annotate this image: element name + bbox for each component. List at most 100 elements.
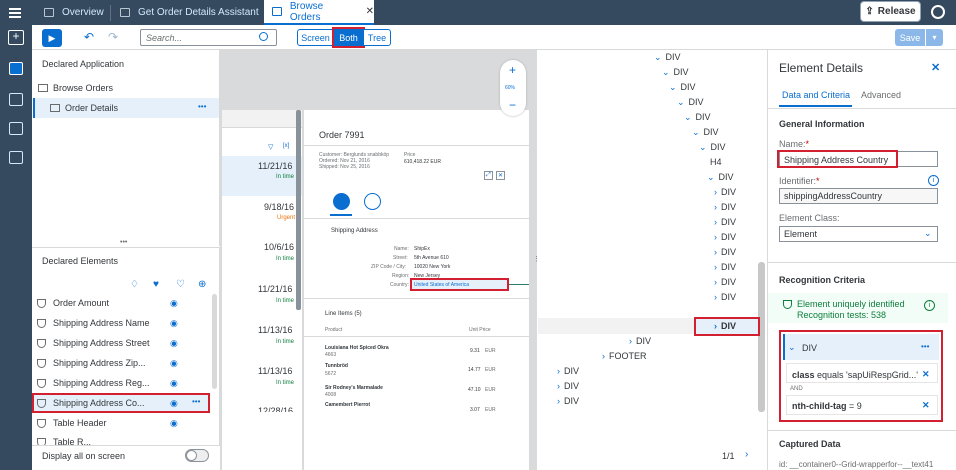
settings-icon[interactable] [931,5,945,19]
tab-advanced[interactable]: Advanced [861,90,901,100]
tree-node[interactable]: › DIV [714,277,736,287]
display-all-switch[interactable] [185,449,209,462]
filter-icon[interactable]: ▽ [268,143,273,151]
eye-icon[interactable]: ◉ [170,378,178,389]
eye-icon[interactable]: ◉ [170,318,178,329]
view-both-button[interactable]: Both [332,27,365,48]
tree-node[interactable]: › FOOTER [602,351,647,361]
tree-node[interactable]: › DIV [557,381,579,391]
release-button[interactable]: ⇪ Release [860,1,921,22]
truck-icon[interactable] [333,193,350,210]
tree-node[interactable]: ⌄ DIV [654,52,681,63]
tab-data-criteria[interactable]: Data and Criteria [782,90,850,100]
class-select[interactable]: Element [779,226,938,242]
add-icon[interactable]: + [8,30,24,45]
dom-tree-panel [538,50,767,470]
redo-icon[interactable]: ↷ [108,30,118,44]
filter-icon[interactable]: ♢ [130,279,139,290]
tree-node[interactable]: › DIV [557,396,579,406]
menu-icon[interactable] [9,6,21,19]
shield-filled-icon[interactable]: ♥ [153,279,159,290]
scrollbar[interactable] [212,294,217,389]
zoom-out-icon[interactable]: − [509,98,516,112]
element-item[interactable]: Shipping Address Name [37,318,150,328]
tree-node[interactable]: › DIV [557,366,579,376]
close-icon[interactable]: ✕ [922,400,930,411]
tree-node[interactable]: › DIV [714,292,736,302]
fullscreen-icon[interactable]: ⤢ [484,171,493,180]
zoom-in-icon[interactable]: + [509,63,516,77]
tree-node-selected[interactable]: › DIV [714,321,736,331]
eye-icon[interactable]: ◉ [170,338,178,349]
scrollbar[interactable] [758,262,765,412]
tree-node[interactable]: ⌄ DIV [677,97,704,108]
add-element-icon[interactable]: ⊕ [198,279,206,290]
tree-node[interactable]: › DIV [714,262,736,272]
save-dropdown-icon[interactable]: ▾ [925,29,943,46]
tree-node[interactable]: ⌄ DIV [662,67,689,78]
expand-icon[interactable]: [x] [283,143,289,149]
tree-node[interactable]: ⌄ DIV [684,112,711,123]
chevron-right-icon: › [602,351,605,361]
chevron-right-icon[interactable]: › [745,449,748,460]
view-tree-button[interactable]: Tree [363,29,391,46]
resize-handle-icon[interactable]: ••• [120,239,127,246]
tree-node[interactable]: › DIV [714,217,736,227]
tree-node[interactable]: › DIV [629,336,651,346]
eye-icon[interactable]: ◉ [170,358,178,369]
app-item-order-details[interactable]: Order Details [50,103,118,113]
identifier-label: Identifier:* [779,176,820,186]
document-icon[interactable] [9,122,23,135]
more-icon[interactable]: ••• [921,342,929,351]
tree-node[interactable]: › DIV [714,232,736,242]
address-value-country[interactable]: United States of America [414,282,469,288]
element-item[interactable]: Shipping Address Zip... [37,358,146,368]
close-icon[interactable]: ✕ [496,171,506,180]
shield-icon [37,418,46,428]
play-button[interactable]: ▶ [42,29,62,47]
close-icon[interactable]: ✕ [931,61,940,74]
tree-node[interactable]: › DIV [714,187,736,197]
element-item[interactable]: Table Header [37,418,107,428]
active-tab-indicator [330,214,352,216]
element-item[interactable]: Shipping Address Street [37,338,150,348]
app-item-browse-orders[interactable]: Browse Orders [38,83,113,93]
search-input[interactable]: Search... [140,29,277,46]
tree-node[interactable]: ⌄ DIV [692,127,719,138]
element-item[interactable]: Order Amount [37,298,109,308]
tree-node-h4[interactable]: H4 [710,157,722,167]
more-icon[interactable]: ••• [198,102,206,111]
chevron-down-icon[interactable]: ⌄ [788,342,796,353]
info-icon[interactable]: i [928,175,939,186]
tree-node[interactable]: ⌄ DIV [707,172,734,183]
identifier-input[interactable]: shippingAddressCountry [779,188,938,204]
tab-get-order-details[interactable]: Get Order Details Assistant [112,0,262,25]
shield-check-icon[interactable]: ♡ [176,279,185,290]
eye-icon[interactable]: ◉ [170,298,178,309]
undo-icon[interactable]: ↶ [84,30,94,44]
shield-icon [37,358,46,368]
tab-browse-orders[interactable]: Browse Orders ✕ [264,0,374,25]
tree-node[interactable]: › DIV [714,247,736,257]
hierarchy-icon[interactable] [9,93,23,106]
tab-overview[interactable]: Overview [36,0,108,25]
view-screen-button[interactable]: Screen [297,29,334,46]
tree-node[interactable]: ⌄ DIV [699,142,726,153]
info-icon[interactable]: i [924,300,935,311]
eye-icon[interactable]: ◉ [170,398,178,409]
person-icon[interactable] [364,193,381,210]
screen-icon[interactable] [9,62,23,75]
close-icon[interactable]: ✕ [922,369,930,380]
search-icon[interactable] [259,32,268,41]
chevron-down-icon[interactable]: ⌄ [924,228,932,239]
close-icon[interactable]: ✕ [366,6,374,17]
eye-icon[interactable]: ◉ [170,418,178,429]
element-item-selected[interactable]: Shipping Address Co... [37,398,145,408]
save-button[interactable]: Save [895,29,925,46]
tree-node[interactable]: › DIV [714,202,736,212]
tree-node[interactable]: ⌄ DIV [669,82,696,93]
element-item[interactable]: Shipping Address Reg... [37,378,150,388]
scrollbar[interactable] [296,110,301,310]
more-icon[interactable]: ••• [192,397,200,406]
clipboard-icon[interactable] [9,151,23,164]
